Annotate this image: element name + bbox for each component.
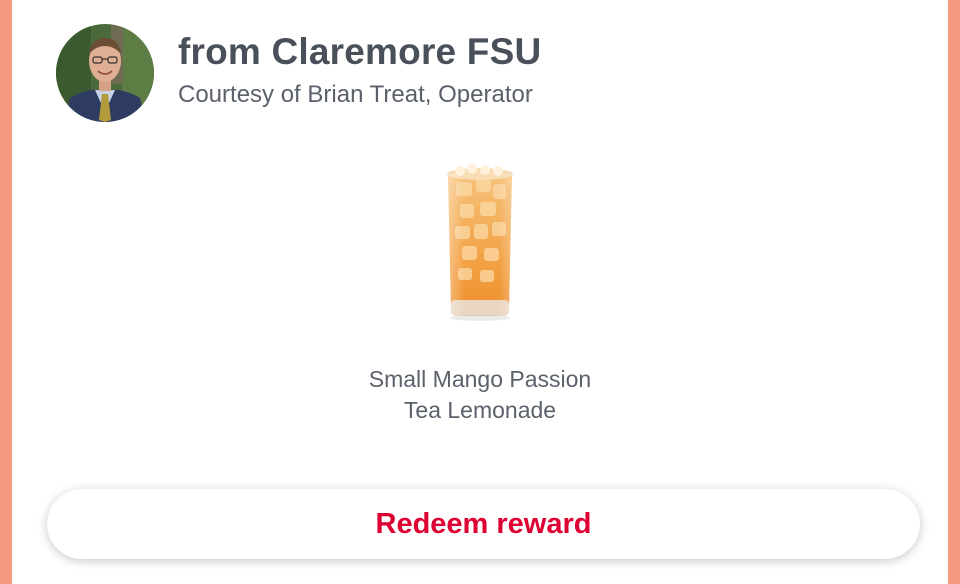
avatar — [56, 24, 154, 122]
reward-item-name-line1: Small Mango Passion — [368, 366, 592, 392]
operator-photo — [56, 24, 154, 122]
reward-source-title: from Claremore FSU — [178, 31, 542, 72]
header-text: from Claremore FSU Courtesy of Brian Tre… — [178, 29, 541, 111]
reward-item-name: Small Mango Passion Tea Lemonade — [12, 364, 948, 426]
reward-courtesy-subtitle: Courtesy of Brian Treat, Operator — [178, 81, 533, 108]
reward-item-name-line2: Tea Lemonade — [403, 397, 557, 423]
redeem-reward-button[interactable]: Redeem reward — [47, 489, 920, 559]
reward-header: from Claremore FSU Courtesy of Brian Tre… — [56, 24, 541, 122]
reward-card: from Claremore FSU Courtesy of Brian Tre… — [12, 0, 948, 584]
drink-image — [440, 160, 520, 322]
